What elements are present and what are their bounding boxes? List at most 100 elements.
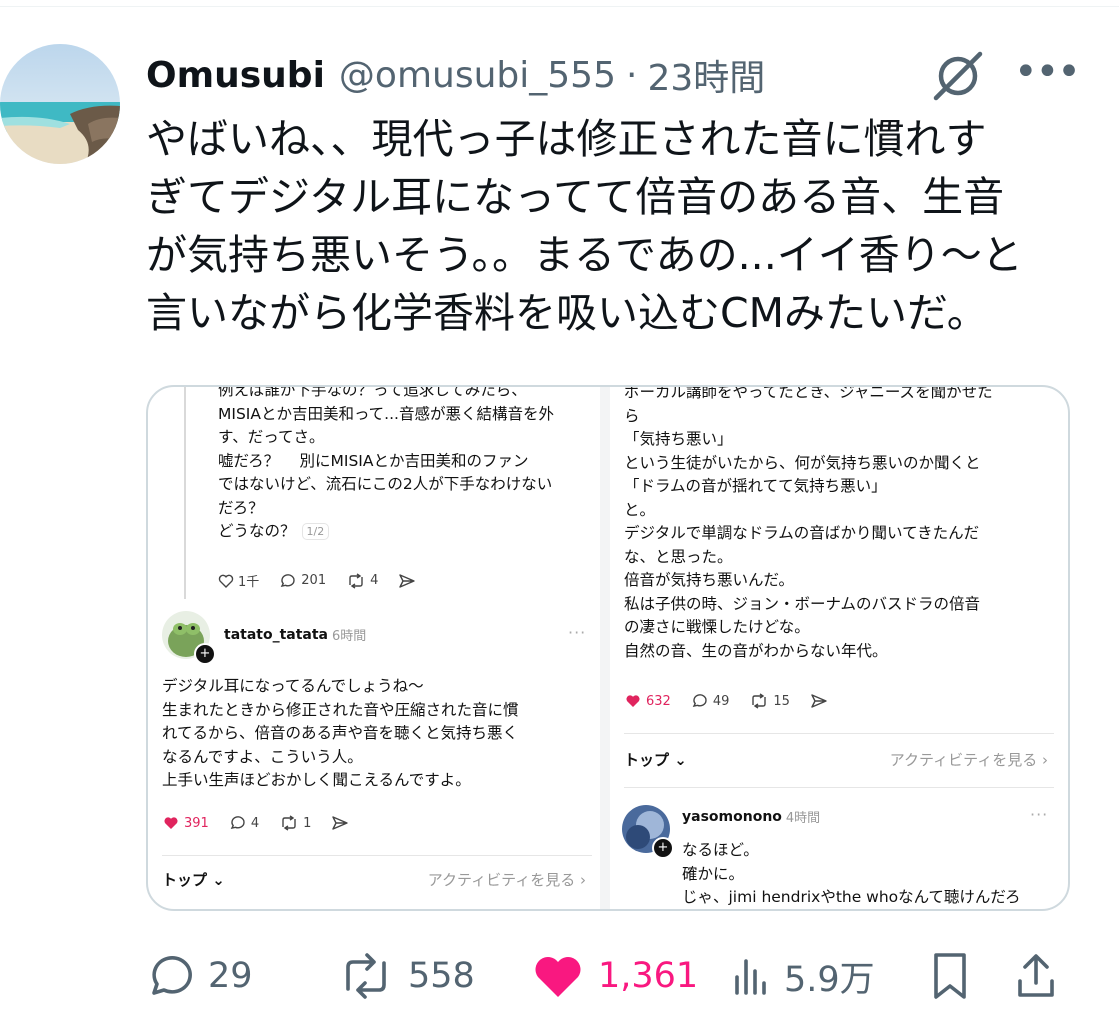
header-separator: · (625, 54, 638, 96)
tweet-text-line: ぎてデジタル耳になってて倍音のある音、生音 (146, 173, 1005, 221)
post-line: 「気持ち悪い」 (624, 430, 733, 448)
like-action[interactable]: 1千 (218, 571, 259, 590)
left-post-text: 例えば誰が下手なの？って追求してみたら、 MISIAとか吉田美和って...音感が… (218, 387, 554, 544)
reply-line: 生まれたときから修正された音や圧縮された音に慣 (162, 700, 519, 719)
reply-button[interactable]: 29 (146, 948, 253, 1004)
divider (624, 787, 1054, 788)
repost-count: 15 (773, 693, 790, 709)
engagement-bar: 29 558 1,361 5.9万 (146, 948, 1066, 1004)
post-line: の凄さに戦慄したけどな。 (624, 618, 810, 636)
reply-time: 6時間 (332, 629, 367, 644)
reply-count: 4 (250, 815, 260, 831)
send-icon (399, 573, 416, 588)
post-line: 例えば誰が下手なの？って追求してみたら、 (218, 387, 527, 399)
post-line: 倍音が気持ち悪いんだ。 (624, 571, 795, 589)
tweet-text: やばいね、、現代っ子は修正された音に慣れす ぎてデジタル耳になってて倍音のある音… (146, 110, 1086, 342)
sort-top-button[interactable]: トップ ⌄ (162, 869, 225, 890)
reply-actions: 391 4 1 (162, 815, 373, 831)
top-divider (0, 6, 1119, 7)
reply-icon (152, 956, 192, 995)
like-count: 1,361 (598, 956, 699, 996)
reply-more-icon[interactable]: ··· (568, 623, 586, 642)
repost-action[interactable]: 1 (279, 815, 311, 831)
reply-line: なるんですよ、こういう人。 (162, 747, 363, 766)
view-activity-link[interactable]: アクティビティを見る › (428, 869, 586, 890)
post-line-text: どうなの？ (218, 522, 296, 540)
divider (162, 855, 592, 856)
like-count: 391 (184, 815, 209, 831)
follow-plus-icon[interactable]: + (194, 643, 216, 665)
reply-action[interactable]: 4 (229, 815, 259, 831)
sort-bar: トップ ⌄ アクティビティを見る › (162, 869, 586, 890)
thread-line (184, 387, 186, 599)
right-post-text: ボーカル講師をやってたとき、ジャニーズを聞かせた ら 「気持ち悪い」 という生徒… (624, 387, 993, 663)
right-post-actions: 632 49 15 (624, 693, 852, 709)
post-line: デジタルで単調なドラムの音ばかり聞いてきたんだ (624, 524, 980, 542)
reply-line: じゃ、jimi hendrixやthe whoなんて聴けんだろ (682, 888, 1021, 906)
heart-filled-icon (626, 695, 640, 707)
sort-top-label: トップ (162, 871, 208, 889)
bookmark-button[interactable] (930, 948, 984, 1004)
tweet-header: Omusubi @omusubi_555 · 23時間 (146, 50, 765, 100)
view-activity-label: アクティビティを見る (427, 871, 576, 889)
more-options-icon[interactable]: ••• (1014, 52, 1081, 98)
post-time[interactable]: 23時間 (647, 49, 765, 101)
reply-action[interactable]: 201 (279, 573, 326, 589)
views-count: 5.9万 (784, 959, 875, 1000)
reply-username[interactable]: yasomonono (682, 809, 782, 825)
comment-icon (692, 694, 707, 707)
sort-top-button[interactable]: トップ ⌄ (624, 749, 687, 770)
post-line: という生徒がいたから、何が気持ち悪いのか聞くと (624, 453, 981, 472)
share-icon (1018, 954, 1054, 997)
reply-count: 29 (208, 956, 253, 996)
reply-user-row: yasomonono 4時間 (682, 807, 821, 827)
post-line: どうなの？ 1/2 (218, 520, 554, 544)
heart-outline-icon (218, 574, 234, 588)
author-name[interactable]: Omusubi (146, 55, 325, 96)
repost-button[interactable]: 558 (338, 948, 475, 1004)
tweet-text-line: 言いながら化学香料を吸い込むCMみたいだ。 (146, 289, 988, 337)
author-handle[interactable]: @omusubi_555 (339, 55, 616, 96)
repost-action[interactable]: 15 (749, 693, 790, 709)
repost-count: 558 (408, 956, 475, 996)
reply-line: 確かに。 (682, 864, 745, 883)
reply-more-icon[interactable]: ··· (1030, 805, 1048, 824)
repost-action[interactable]: 4 (346, 572, 378, 589)
screenshot-right: ボーカル講師をやってたとき、ジャニーズを聞かせた ら 「気持ち悪い」 という生徒… (610, 387, 1068, 909)
reply-time: 4時間 (785, 811, 821, 826)
heart-icon (535, 957, 581, 997)
tweet-text-line: が気持ち悪いそう。。まるであの...イイ香り〜と (146, 231, 1023, 279)
repost-icon (282, 815, 296, 831)
post-line: 私は子供の時、ジョン・ボーナムのバスドラの倍音 (624, 594, 981, 613)
like-button[interactable]: 1,361 (532, 948, 698, 1004)
reply-action[interactable]: 49 (691, 693, 729, 709)
send-icon (332, 816, 349, 830)
reply-username[interactable]: tatato_tatata (224, 627, 328, 643)
grok-icon[interactable] (930, 48, 986, 104)
view-activity-link[interactable]: アクティビティを見る › (890, 749, 1048, 770)
post-line: 嘘だろ？ 別にMISIAとか吉田美和のファン (218, 451, 529, 470)
share-button[interactable] (1014, 948, 1072, 1004)
reply-count: 201 (301, 573, 327, 588)
like-action[interactable]: 632 (624, 693, 671, 709)
share-action[interactable] (398, 573, 420, 589)
like-action[interactable]: 391 (162, 815, 209, 831)
views-button[interactable]: 5.9万 (734, 948, 875, 1004)
share-action[interactable] (810, 693, 832, 709)
attached-image[interactable]: 例えば誰が下手なの？って追求してみたら、 MISIAとか吉田美和って...音感が… (146, 385, 1070, 911)
view-activity-label: アクティビティを見る (889, 751, 1038, 769)
sort-top-label: トップ (624, 751, 670, 769)
screenshot-left: 例えば誰が下手なの？って追求してみたら、 MISIAとか吉田美和って...音感が… (148, 387, 600, 909)
post-line: MISIAとか吉田美和って...音感が悪く結構音を外 (218, 404, 554, 423)
column-divider (600, 387, 610, 909)
repost-count: 1 (303, 815, 312, 831)
author-avatar[interactable] (0, 44, 120, 164)
share-action[interactable] (331, 815, 353, 831)
sort-bar: トップ ⌄ アクティビティを見る › (624, 749, 1048, 770)
follow-plus-icon[interactable]: + (652, 837, 674, 859)
repost-icon (346, 953, 386, 999)
post-line: ら (624, 406, 640, 425)
post-line: 「ドラムの音が揺れてて気持ち悪い」 (624, 477, 887, 495)
post-line: 自然の音、生の音がわからない年代。 (624, 641, 888, 660)
reply-line: 上手い生声ほどおかしく聞こえるんですよ。 (162, 771, 471, 789)
